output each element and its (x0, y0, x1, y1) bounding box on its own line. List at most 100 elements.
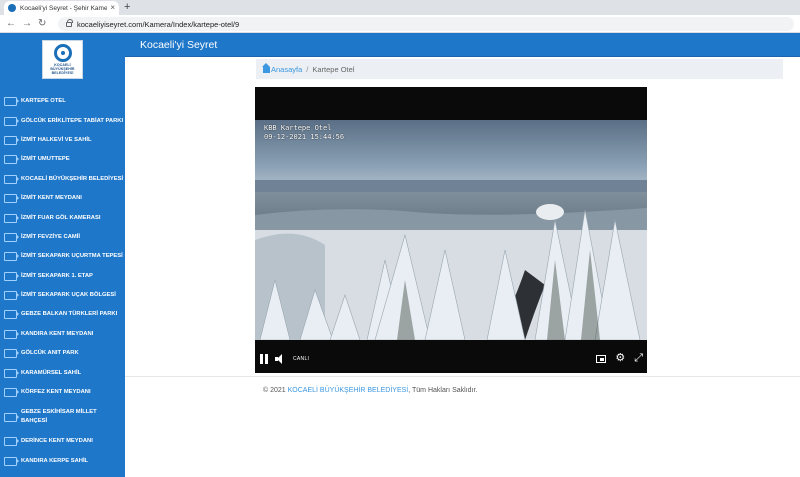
address-bar: ← → ↻ kocaeliyiseyret.com/Kamera/Index/k… (0, 15, 800, 33)
camera-video-frame[interactable]: KBB Kartepe Otel 09-12-2021 15:44:56 (255, 120, 647, 340)
camera-icon (4, 388, 19, 398)
camera-icon (4, 412, 19, 422)
sidebar-item[interactable]: KANDIRA KENT MEYDANI (0, 325, 125, 344)
sidebar-item-label: İZMİT KENT MEYDANI (21, 195, 82, 202)
sidebar-item[interactable]: İZMİT SEKAPARK UÇURTMA TEPESİ (0, 247, 125, 266)
sidebar-item[interactable]: KARAMÜRSEL SAHİL (0, 363, 125, 382)
breadcrumb: Anasayfa / Kartepe Otel (256, 59, 783, 79)
footer-rights: , Tüm Hakları Saklıdır. (408, 387, 478, 394)
sidebar-item-label: GÖLCÜK ANIT PARK (21, 350, 79, 357)
volume-icon[interactable] (275, 354, 285, 364)
breadcrumb-current: Kartepe Otel (312, 64, 355, 74)
gear-icon[interactable]: ⚙ (615, 353, 625, 364)
new-tab-button[interactable]: + (124, 1, 130, 14)
sidebar-item[interactable]: İZMİT FUAR GÖL KAMERASI (0, 208, 125, 227)
sidebar-item-label: KÖRFEZ KENT MEYDANI (21, 389, 91, 396)
forward-button[interactable]: → (22, 17, 32, 31)
sidebar-item-label: GEBZE ESKİHİSAR MİLLET BAHÇESİ (21, 409, 97, 425)
camera-icon (4, 437, 19, 447)
url-field[interactable]: kocaeliyiseyret.com/Kamera/Index/kartepe… (58, 17, 794, 31)
sidebar-item-label: KOCAELİ BÜYÜKŞEHİR BELEDİYESİ (21, 175, 124, 182)
sidebar-item[interactable]: DERİNCE KENT MEYDANI (0, 432, 125, 451)
camera-icon (4, 291, 19, 301)
sidebar-item-label: İZMİT UMUTTEPE (21, 156, 70, 163)
url-text: kocaeliyiseyret.com/Kamera/Index/kartepe… (77, 19, 240, 29)
sidebar-item-label: GÖLCÜK ERİKLİTEPE TABİAT PARKI (21, 117, 124, 124)
camera-icon (4, 135, 19, 145)
sidebar-item-label: GEBZE BALKAN TÜRKLERİ PARKI (21, 311, 118, 318)
sidebar-item[interactable]: KÖRFEZ KENT MEYDANI (0, 383, 125, 402)
camera-icon (4, 194, 19, 204)
logo-emblem-icon (53, 44, 72, 62)
camera-timestamp: 09-12-2021 15:44:56 (264, 133, 345, 141)
sidebar-item-label: DERİNCE KENT MEYDANI (21, 438, 93, 445)
sidebar-item[interactable]: İZMİT HALKEVİ VE SAHİL (0, 131, 125, 150)
camera-icon (4, 456, 19, 466)
sidebar-item[interactable]: İZMİT SEKAPARK UÇAK BÖLGESİ (0, 286, 125, 305)
footer: © 2021 KOCAELİ BÜYÜKŞEHİR BELEDİYESİ, Tü… (263, 387, 477, 394)
sidebar-item-label: İZMİT SEKAPARK 1. ETAP (21, 272, 93, 279)
sidebar-item-label: İZMİT HALKEVİ VE SAHİL (21, 136, 92, 143)
breadcrumb-home-link[interactable]: Anasayfa (271, 65, 302, 74)
tab-close-icon[interactable]: × (110, 4, 115, 12)
camera-icon (4, 349, 19, 359)
picture-in-picture-icon[interactable] (596, 354, 607, 363)
camera-name-label: KBB Kartepe Otel (264, 124, 332, 132)
sidebar-item[interactable]: GÖLCÜK ERİKLİTEPE TABİAT PARKI (0, 111, 125, 130)
sidebar-item[interactable]: İZMİT KENT MEYDANI (0, 189, 125, 208)
top-header: Kocaeli'yi Seyret (125, 33, 800, 57)
camera-overlay-text: KBB Kartepe Otel 09-12-2021 15:44:56 (264, 124, 344, 142)
sidebar-item[interactable]: GÖLCÜK ANIT PARK (0, 344, 125, 363)
fullscreen-icon[interactable]: ⤢ (634, 353, 643, 364)
sidebar: KOCAELİ BÜYÜKŞEHİR BELEDİYESİ KARTEPE OT… (0, 33, 125, 477)
camera-icon (4, 232, 19, 242)
sidebar-item-label: KARTEPE OTEL (21, 98, 66, 105)
sidebar-item-label: İZMİT SEKAPARK UÇAK BÖLGESİ (21, 292, 116, 299)
camera-icon (4, 155, 19, 165)
camera-menu: KARTEPE OTEL GÖLCÜK ERİKLİTEPE TABİAT PAR… (0, 92, 125, 471)
player-controls: CANLI ⚙ ⤢ (255, 350, 647, 368)
footer-link[interactable]: KOCAELİ BÜYÜKŞEHİR BELEDİYESİ (288, 387, 409, 394)
camera-icon (4, 368, 19, 378)
camera-icon (4, 310, 19, 320)
sidebar-item[interactable]: GEBZE ESKİHİSAR MİLLET BAHÇESİ (0, 402, 125, 432)
camera-icon (4, 271, 19, 281)
home-icon[interactable] (262, 63, 270, 73)
browser-tab-bar: Kocaeli'yi Seyret - Şehir Kameraları × + (0, 0, 800, 15)
browser-tab[interactable]: Kocaeli'yi Seyret - Şehir Kameraları × (4, 1, 119, 15)
sidebar-item-label: KANDIRA KERPE SAHİL (21, 457, 89, 464)
footer-copyright: © 2021 (263, 387, 286, 394)
lock-icon (66, 18, 73, 27)
camera-icon (4, 329, 19, 339)
sidebar-item[interactable]: İZMİT FEVZİYE CAMİİ (0, 228, 125, 247)
favicon-icon (8, 4, 16, 12)
reload-button[interactable]: ↻ (38, 17, 46, 31)
back-button[interactable]: ← (6, 17, 16, 31)
logo[interactable]: KOCAELİ BÜYÜKŞEHİR BELEDİYESİ (42, 40, 83, 79)
sidebar-item[interactable]: KARTEPE OTEL (0, 92, 125, 111)
camera-icon (4, 252, 19, 262)
sidebar-item-label: İZMİT FUAR GÖL KAMERASI (21, 214, 101, 221)
camera-icon (4, 174, 19, 184)
sidebar-item[interactable]: GEBZE BALKAN TÜRKLERİ PARKI (0, 305, 125, 324)
sidebar-item-label: KARAMÜRSEL SAHİL (21, 369, 82, 376)
camera-icon (4, 116, 19, 126)
footer-divider (125, 376, 800, 377)
sidebar-item[interactable]: İZMİT UMUTTEPE (0, 150, 125, 169)
sidebar-item[interactable]: KANDIRA KERPE SAHİL (0, 452, 125, 471)
live-label: CANLI (293, 356, 310, 362)
logo-text: KOCAELİ BÜYÜKŞEHİR BELEDİYESİ (50, 63, 75, 75)
tab-title: Kocaeli'yi Seyret - Şehir Kameraları (20, 4, 108, 12)
pause-icon[interactable] (260, 354, 269, 364)
sidebar-item-label: İZMİT SEKAPARK UÇURTMA TEPESİ (21, 253, 123, 260)
sidebar-item[interactable]: İZMİT SEKAPARK 1. ETAP (0, 267, 125, 286)
breadcrumb-separator: / (306, 64, 309, 74)
video-player[interactable]: KBB Kartepe Otel 09-12-2021 15:44:56 CAN… (255, 87, 647, 373)
camera-icon (4, 213, 19, 223)
sidebar-item-label: İZMİT FEVZİYE CAMİİ (21, 233, 80, 240)
player-controls-right: ⚙ ⤢ (596, 353, 643, 364)
sidebar-item[interactable]: KOCAELİ BÜYÜKŞEHİR BELEDİYESİ (0, 170, 125, 189)
header-title[interactable]: Kocaeli'yi Seyret (140, 39, 217, 51)
snowy-forest-scene (255, 120, 647, 340)
sidebar-item-label: KANDIRA KENT MEYDANI (21, 330, 94, 337)
